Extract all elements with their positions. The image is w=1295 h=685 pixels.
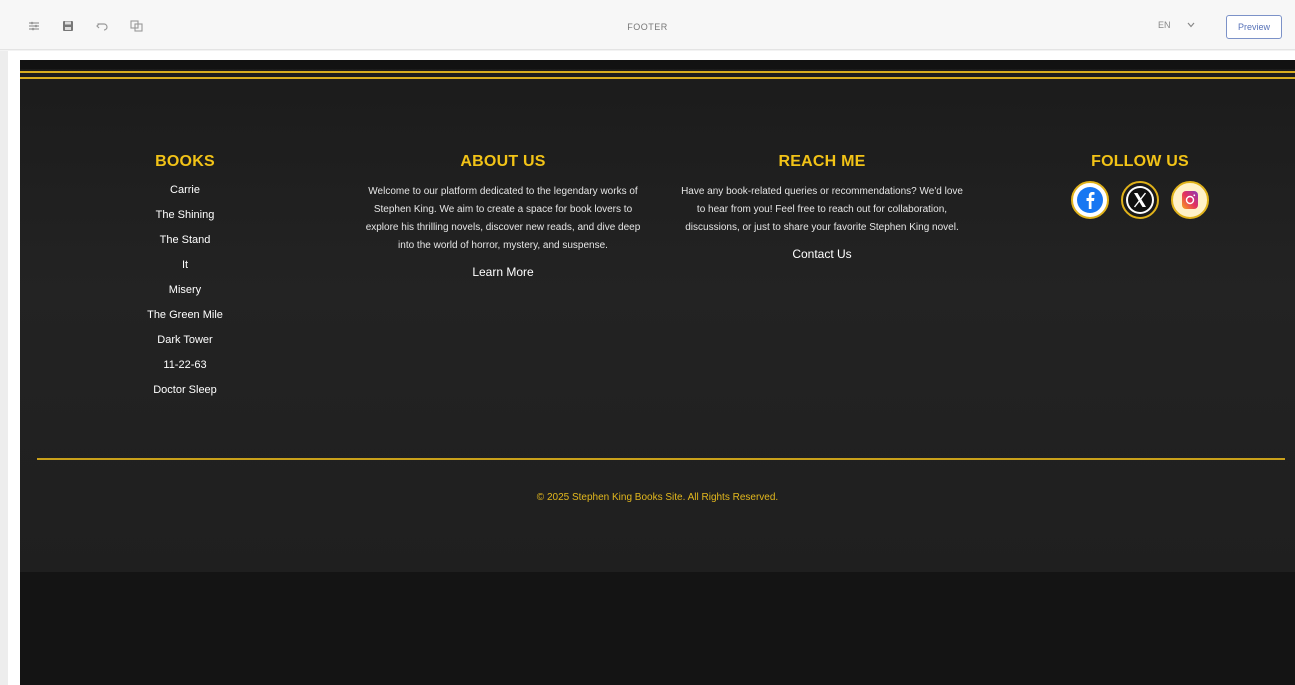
editor-toolbar: FOOTER EN Preview [0,0,1295,50]
footer-divider [37,458,1285,460]
canvas-gutter [0,51,8,685]
preview-button[interactable]: Preview [1226,15,1282,39]
contact-us-link[interactable]: Contact Us [792,247,851,261]
book-link-misery[interactable]: Misery [135,281,235,306]
footer-top-bar [20,60,1295,69]
about-column: ABOUT US Welcome to our platform dedicat… [353,153,653,281]
book-link-dark-tower[interactable]: Dark Tower [135,331,235,356]
page-below-footer [20,572,1295,685]
language-value: EN [1158,20,1171,30]
site-footer: BOOKS Carrie The Shining The Stand It Mi… [20,60,1295,572]
books-heading: BOOKS [155,153,215,170]
editor-title: FOOTER [627,22,668,32]
about-text: Welcome to our platform dedicated to the… [365,186,641,251]
social-links [1060,181,1220,219]
book-link-11-22-63[interactable]: 11-22-63 [135,356,235,381]
book-link-doctor-sleep[interactable]: Doctor Sleep [135,381,235,406]
reach-column: REACH ME Have any book-related queries o… [672,153,972,263]
gold-divider-top [20,71,1295,73]
learn-more-link[interactable]: Learn More [472,265,533,279]
reach-heading: REACH ME [778,153,866,170]
gold-divider-top-secondary [20,77,1295,79]
book-link-carrie[interactable]: Carrie [135,181,235,206]
copyright-text: © 2025 Stephen King Books Site. All Righ… [536,492,779,503]
book-link-the-shining[interactable]: The Shining [135,206,235,231]
follow-heading: FOLLOW US [1091,153,1189,170]
about-heading: ABOUT US [460,153,546,170]
book-link-the-stand[interactable]: The Stand [135,231,235,256]
books-column: BOOKS Carrie The Shining The Stand It Mi… [135,153,235,406]
books-list: Carrie The Shining The Stand It Misery T… [135,181,235,406]
chevron-down-icon [1187,20,1195,30]
follow-column: FOLLOW US [1060,153,1220,219]
reach-text: Have any book-related queries or recomme… [681,186,963,233]
x-icon[interactable] [1121,181,1159,219]
facebook-icon[interactable] [1071,181,1109,219]
instagram-icon[interactable] [1171,181,1209,219]
book-link-the-green-mile[interactable]: The Green Mile [135,306,235,331]
book-link-it[interactable]: It [135,256,235,281]
language-select[interactable]: EN [1158,20,1195,30]
